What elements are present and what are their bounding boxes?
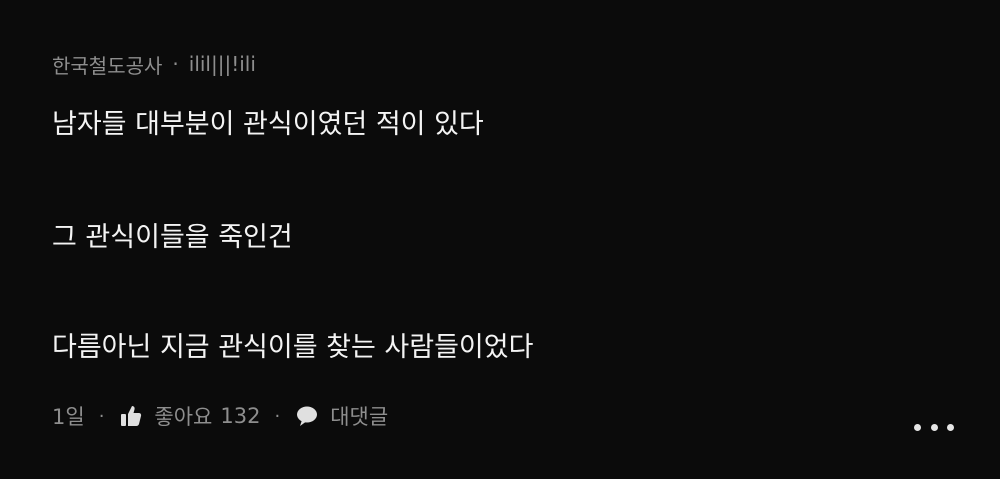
like-count: 132: [220, 404, 261, 428]
meta-separator: ·: [172, 52, 179, 76]
footer-separator: ·: [98, 405, 105, 427]
more-dot: [930, 423, 938, 431]
footer-separator: ·: [274, 405, 281, 427]
comment-meta: 한국철도공사 · ilil|||!ili: [52, 47, 256, 81]
more-dots-icon: [914, 423, 921, 431]
like-label: 좋아요: [154, 405, 213, 429]
more-options-button[interactable]: [914, 414, 954, 440]
timestamp: 1일: [52, 405, 85, 429]
comment-line-2: 그 관식이들을 죽인건: [52, 222, 293, 253]
reply-label: 대댓글: [330, 405, 389, 429]
comment-footer: 1일 · 좋아요 132 · 대댓글: [52, 398, 388, 434]
comment-card: 한국철도공사 · ilil|||!ili 남자들 대부분이 관식이였던 적이 있…: [0, 0, 1000, 479]
reply-button[interactable]: 대댓글: [294, 401, 388, 431]
more-dot: [947, 423, 954, 431]
chat-bubble-icon: [294, 403, 320, 429]
comment-line-1: 남자들 대부분이 관식이였던 적이 있다: [52, 109, 484, 140]
author-handle: ilil|||!ili: [188, 52, 256, 76]
author-name[interactable]: 한국철도공사: [52, 50, 162, 79]
like-button[interactable]: 좋아요 132: [118, 401, 260, 431]
comment-line-3: 다름아닌 지금 관식이를 찾는 사람들이었다: [52, 332, 534, 363]
thumbs-up-icon: [118, 403, 144, 429]
